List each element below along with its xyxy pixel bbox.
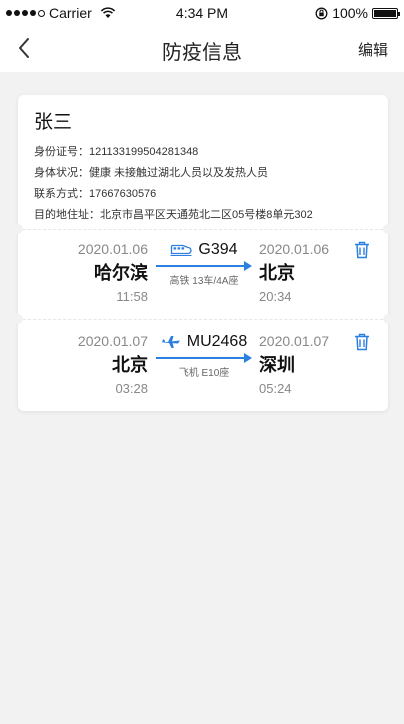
- trip-departure: 2020.01.07 北京 03:28: [18, 333, 148, 396]
- nav-bar: 防疫信息 编辑: [0, 26, 404, 72]
- contact-row: 联系方式：17667630576: [34, 184, 376, 205]
- route-arrow-icon: [152, 261, 256, 271]
- address-label: 目的地住址：: [34, 209, 100, 221]
- trash-icon[interactable]: [354, 241, 370, 259]
- battery-icon: [372, 7, 400, 19]
- id-number-label: 身份证号：: [34, 146, 89, 158]
- route-arrow-icon: [152, 353, 256, 363]
- departure-city: 北京: [112, 355, 148, 375]
- contact-value: 17667630576: [89, 188, 157, 200]
- divider: [18, 229, 388, 231]
- departure-date: 2020.01.07: [77, 333, 148, 349]
- id-number-row: 身份证号：121133199504281348: [34, 142, 376, 163]
- battery-percent: 100%: [332, 5, 368, 21]
- trash-icon[interactable]: [354, 333, 370, 351]
- trip-detail: 高铁 13车/4A座: [169, 276, 239, 287]
- trip-code: MU2468: [186, 333, 248, 350]
- address-row: 目的地住址：北京市昌平区天通苑北二区05号楼8单元302: [34, 205, 376, 226]
- trip-route: G394 高铁 13车/4A座: [152, 241, 256, 287]
- trip-detail: 飞机 E10座: [178, 368, 230, 379]
- ticket-notch: [13, 314, 23, 324]
- health-status-value: 健康 未接触过湖北人员以及发热人员: [89, 167, 269, 179]
- ticket-notch: [383, 224, 393, 234]
- page-title: 防疫信息: [162, 42, 242, 64]
- orientation-lock-icon: [315, 7, 328, 19]
- trip-route: MU2468 飞机 E10座: [152, 333, 256, 379]
- trip-departure: 2020.01.06 哈尔滨 11:58: [18, 241, 148, 304]
- status-right: 100%: [315, 5, 400, 21]
- contact-label: 联系方式：: [34, 188, 89, 200]
- screen: Carrier 4:34 PM 100% 防疫信息 编辑 张三 身份证号：121…: [0, 0, 404, 724]
- departure-city: 哈尔滨: [94, 263, 148, 283]
- train-icon: [170, 244, 192, 256]
- arrival-time: 05:24: [259, 381, 292, 396]
- edit-button[interactable]: 编辑: [358, 39, 388, 60]
- epidemic-info-card: 张三 身份证号：121133199504281348 身体状况：健康 未接触过湖…: [13, 95, 393, 411]
- trip-code: G394: [198, 241, 238, 258]
- arrival-city: 北京: [259, 263, 295, 283]
- trip-code-line: MU2468: [152, 333, 256, 351]
- id-number-value: 121133199504281348: [89, 146, 199, 158]
- ticket-notch: [13, 224, 23, 234]
- ticket-notch: [383, 314, 393, 324]
- departure-time: 03:28: [115, 381, 148, 396]
- departure-date: 2020.01.06: [77, 241, 148, 257]
- departure-time: 11:58: [116, 289, 148, 304]
- arrival-time: 20:34: [259, 289, 292, 304]
- health-status-row: 身体状况：健康 未接触过湖北人员以及发热人员: [34, 163, 376, 184]
- trip-row[interactable]: 2020.01.06 哈尔滨 11:58 G394 高铁 13车/4A座 202…: [18, 241, 388, 327]
- plane-icon: [161, 336, 180, 348]
- divider: [18, 319, 388, 321]
- arrival-city: 深圳: [259, 355, 295, 375]
- health-status-label: 身体状况：: [34, 167, 89, 179]
- person-name: 张三: [34, 112, 73, 133]
- trip-code-line: G394: [152, 241, 256, 259]
- status-bar: Carrier 4:34 PM 100%: [0, 0, 404, 26]
- trip-row[interactable]: 2020.01.07 北京 03:28 MU2468 飞机 E10座 2020.…: [18, 333, 388, 419]
- address-value: 北京市昌平区天通苑北二区05号楼8单元302: [100, 209, 313, 221]
- person-info: 张三 身份证号：121133199504281348 身体状况：健康 未接触过湖…: [34, 107, 376, 226]
